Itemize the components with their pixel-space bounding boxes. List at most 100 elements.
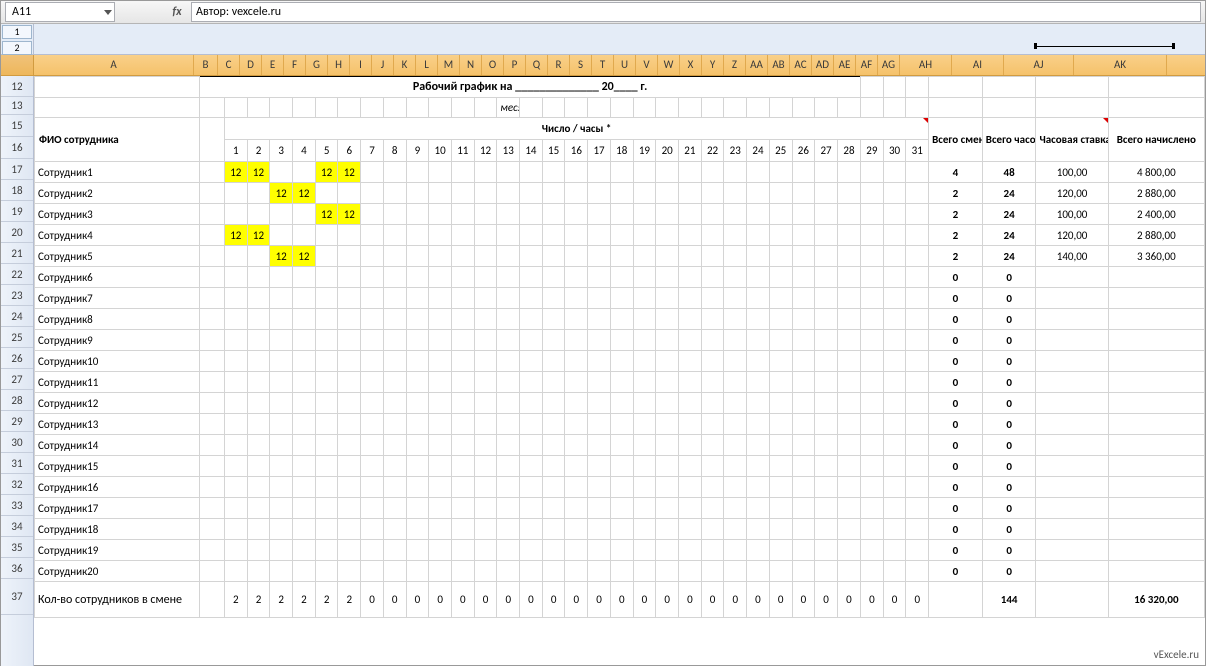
day-cell[interactable]	[293, 414, 316, 435]
day-cell[interactable]	[406, 519, 429, 540]
footer-day[interactable]: 0	[361, 582, 384, 618]
day-cell[interactable]	[815, 267, 838, 288]
day-cell[interactable]	[883, 561, 906, 582]
day-cell[interactable]	[338, 519, 361, 540]
day-cell[interactable]	[451, 540, 474, 561]
employee-name[interactable]: Сотрудник11	[35, 372, 200, 393]
day-cell[interactable]	[633, 204, 656, 225]
day-cell[interactable]	[610, 561, 633, 582]
cell-rate[interactable]	[1036, 351, 1108, 372]
day-cell[interactable]	[837, 456, 860, 477]
day-cell[interactable]	[247, 204, 270, 225]
day-cell[interactable]	[588, 225, 611, 246]
row-header-33[interactable]: 33	[1, 495, 33, 516]
day-cell[interactable]	[270, 414, 293, 435]
day-cell[interactable]	[769, 414, 792, 435]
day-cell[interactable]	[656, 309, 679, 330]
day-cell[interactable]	[224, 435, 247, 456]
column-header-AI[interactable]: AI	[952, 55, 1004, 75]
day-cell[interactable]	[815, 519, 838, 540]
footer-day[interactable]: 0	[679, 582, 702, 618]
row-header-20[interactable]: 20	[1, 222, 33, 243]
select-all-corner[interactable]	[1, 55, 34, 75]
day-cell[interactable]	[837, 246, 860, 267]
day-cell[interactable]	[406, 162, 429, 183]
cell-total[interactable]	[1108, 519, 1204, 540]
cell-shifts[interactable]: 0	[929, 435, 983, 456]
column-header-Y[interactable]: Y	[702, 55, 724, 75]
cell-shifts[interactable]: 2	[929, 225, 983, 246]
column-header-W[interactable]: W	[658, 55, 680, 75]
day-cell[interactable]	[747, 561, 770, 582]
cell-total[interactable]: 2 880,00	[1108, 225, 1204, 246]
day-cell[interactable]	[656, 477, 679, 498]
day-cell[interactable]	[701, 477, 724, 498]
day-cell[interactable]	[588, 498, 611, 519]
cell-total[interactable]	[1108, 561, 1204, 582]
day-cell[interactable]	[906, 351, 929, 372]
day-cell[interactable]	[588, 540, 611, 561]
row-header-23[interactable]: 23	[1, 285, 33, 306]
day-cell[interactable]	[429, 267, 452, 288]
day-cell[interactable]	[270, 204, 293, 225]
day-cell[interactable]	[338, 330, 361, 351]
day-cell[interactable]	[883, 330, 906, 351]
day-cell[interactable]	[837, 372, 860, 393]
day-cell[interactable]	[474, 204, 497, 225]
column-header-AG[interactable]: AG	[878, 55, 900, 75]
day-cell[interactable]	[224, 456, 247, 477]
day-cell[interactable]	[656, 351, 679, 372]
day-cell[interactable]	[837, 414, 860, 435]
day-cell[interactable]	[656, 498, 679, 519]
day-cell[interactable]	[542, 498, 565, 519]
day-cell[interactable]	[497, 477, 520, 498]
day-cell[interactable]	[542, 225, 565, 246]
employee-name[interactable]: Сотрудник4	[35, 225, 200, 246]
day-cell[interactable]	[679, 225, 702, 246]
employee-name[interactable]: Сотрудник10	[35, 351, 200, 372]
column-header-Q[interactable]: Q	[526, 55, 548, 75]
day-cell[interactable]	[293, 330, 316, 351]
day-cell[interactable]	[406, 498, 429, 519]
day-cell[interactable]	[406, 204, 429, 225]
day-cell[interactable]	[315, 519, 338, 540]
day-cell[interactable]	[474, 309, 497, 330]
day-cell[interactable]	[429, 288, 452, 309]
employee-name[interactable]: Сотрудник17	[35, 498, 200, 519]
day-cell[interactable]	[224, 561, 247, 582]
day-cell[interactable]	[701, 519, 724, 540]
footer-day[interactable]: 0	[815, 582, 838, 618]
day-cell[interactable]	[429, 246, 452, 267]
day-cell[interactable]	[361, 393, 384, 414]
day-cell[interactable]	[474, 162, 497, 183]
cell-rate[interactable]: 120,00	[1036, 225, 1108, 246]
day-cell[interactable]	[293, 393, 316, 414]
day-cell[interactable]	[837, 267, 860, 288]
day-cell[interactable]	[293, 267, 316, 288]
day-cell[interactable]	[679, 540, 702, 561]
day-cell[interactable]	[361, 246, 384, 267]
day-cell[interactable]	[474, 414, 497, 435]
footer-day[interactable]: 0	[906, 582, 929, 618]
day-cell[interactable]	[406, 561, 429, 582]
day-cell[interactable]	[701, 267, 724, 288]
day-cell[interactable]	[406, 225, 429, 246]
cell-hours[interactable]: 0	[982, 330, 1036, 351]
day-cell[interactable]	[633, 414, 656, 435]
column-header-O[interactable]: O	[482, 55, 504, 75]
day-cell[interactable]	[361, 330, 384, 351]
day-cell[interactable]	[497, 414, 520, 435]
day-cell[interactable]	[701, 204, 724, 225]
day-cell[interactable]	[837, 540, 860, 561]
day-cell[interactable]	[656, 162, 679, 183]
day-cell[interactable]	[451, 204, 474, 225]
day-cell[interactable]	[497, 162, 520, 183]
day-cell[interactable]	[883, 498, 906, 519]
day-cell[interactable]	[610, 267, 633, 288]
column-header-E[interactable]: E	[262, 55, 284, 75]
day-cell[interactable]: 12	[247, 162, 270, 183]
footer-day[interactable]: 2	[270, 582, 293, 618]
column-header-AJ[interactable]: AJ	[1004, 55, 1074, 75]
day-cell[interactable]	[724, 561, 747, 582]
cell-total[interactable]	[1108, 351, 1204, 372]
